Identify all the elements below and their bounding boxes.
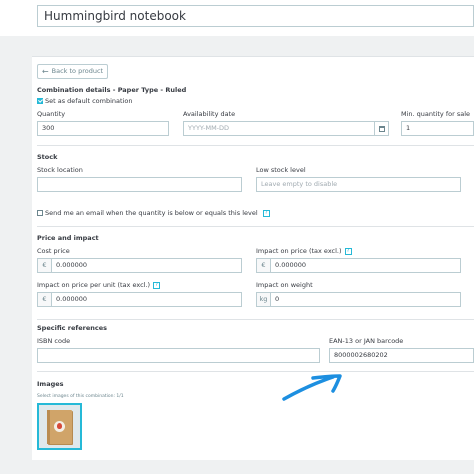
default-combination-label: Set as default combination	[45, 97, 133, 105]
default-combination-checkbox[interactable]	[37, 98, 43, 104]
product-name-input[interactable]: Hummingbird notebook	[37, 5, 474, 27]
min-quantity-label: Min. quantity for sale	[401, 110, 471, 118]
help-icon[interactable]: ?	[344, 247, 352, 255]
images-title: Images	[37, 380, 64, 388]
help-icon[interactable]: ?	[262, 209, 270, 217]
isbn-label: ISBN code	[37, 337, 71, 345]
references-title: Specific references	[37, 324, 107, 332]
divider	[37, 319, 474, 320]
weight-unit-label: kg	[256, 292, 270, 307]
default-combination-row[interactable]: Set as default combination	[37, 97, 132, 105]
euro-icon: €	[37, 292, 51, 307]
euro-icon: €	[37, 258, 51, 273]
impact-weight-label: Impact on weight	[256, 281, 313, 289]
images-caption: Select images of this combination: 1/1	[37, 394, 124, 399]
stock-title: Stock	[37, 153, 58, 161]
quantity-input[interactable]: 300	[37, 121, 169, 136]
price-title: Price and impact	[37, 234, 99, 242]
back-to-product-button[interactable]: ← Back to product	[37, 64, 108, 79]
min-quantity-input[interactable]: 1	[401, 121, 474, 136]
euro-icon: €	[256, 258, 270, 273]
calendar-icon	[378, 125, 385, 132]
divider	[37, 371, 474, 372]
combination-image-thumbnail[interactable]	[37, 403, 82, 450]
top-bar: Hummingbird notebook	[0, 0, 474, 36]
impact-weight-group: kg 0	[256, 292, 461, 307]
arrow-left-icon: ←	[41, 66, 49, 76]
low-stock-email-label: Send me an email when the quantity is be…	[45, 209, 258, 217]
divider	[37, 226, 474, 227]
availability-date-group: YYYY-MM-DD	[183, 121, 389, 136]
impact-price-input[interactable]: 0.000000	[270, 258, 461, 273]
impact-price-label: Impact on price (tax excl.)?	[256, 247, 352, 255]
stock-location-input[interactable]	[37, 177, 242, 192]
divider	[37, 145, 474, 146]
help-icon[interactable]: ?	[153, 281, 161, 289]
stock-location-label: Stock location	[37, 166, 83, 174]
impact-per-unit-label-text: Impact on price per unit (tax excl.)	[37, 281, 151, 289]
low-stock-input[interactable]: Leave empty to disable	[256, 177, 461, 192]
low-stock-email-row[interactable]: Send me an email when the quantity is be…	[37, 209, 270, 217]
impact-per-unit-input[interactable]: 0.000000	[51, 292, 242, 307]
ean13-label: EAN-13 or JAN barcode	[329, 337, 404, 345]
isbn-input[interactable]	[37, 348, 320, 363]
availability-date-input[interactable]: YYYY-MM-DD	[183, 121, 375, 136]
quantity-label: Quantity	[37, 110, 66, 118]
impact-price-label-text: Impact on price (tax excl.)	[256, 247, 342, 255]
combination-title: Combination details - Paper Type - Ruled	[37, 86, 187, 94]
notebook-image	[47, 410, 72, 444]
availability-date-label: Availability date	[183, 110, 236, 118]
cost-price-input[interactable]: 0.000000	[51, 258, 242, 273]
cost-price-group: € 0.000000	[37, 258, 242, 273]
cost-price-label: Cost price	[37, 247, 70, 255]
impact-per-unit-group: € 0.000000	[37, 292, 242, 307]
ean13-input[interactable]: 8000002680202	[329, 348, 474, 363]
impact-price-group: € 0.000000	[256, 258, 461, 273]
low-stock-label: Low stock level	[256, 166, 306, 174]
calendar-button[interactable]	[375, 121, 389, 136]
back-to-product-label: Back to product	[51, 67, 104, 75]
impact-per-unit-label: Impact on price per unit (tax excl.)?	[37, 281, 161, 289]
impact-weight-input[interactable]: 0	[270, 292, 461, 307]
low-stock-email-checkbox[interactable]	[37, 210, 43, 216]
combination-panel: ← Back to product Combination details - …	[32, 56, 474, 460]
